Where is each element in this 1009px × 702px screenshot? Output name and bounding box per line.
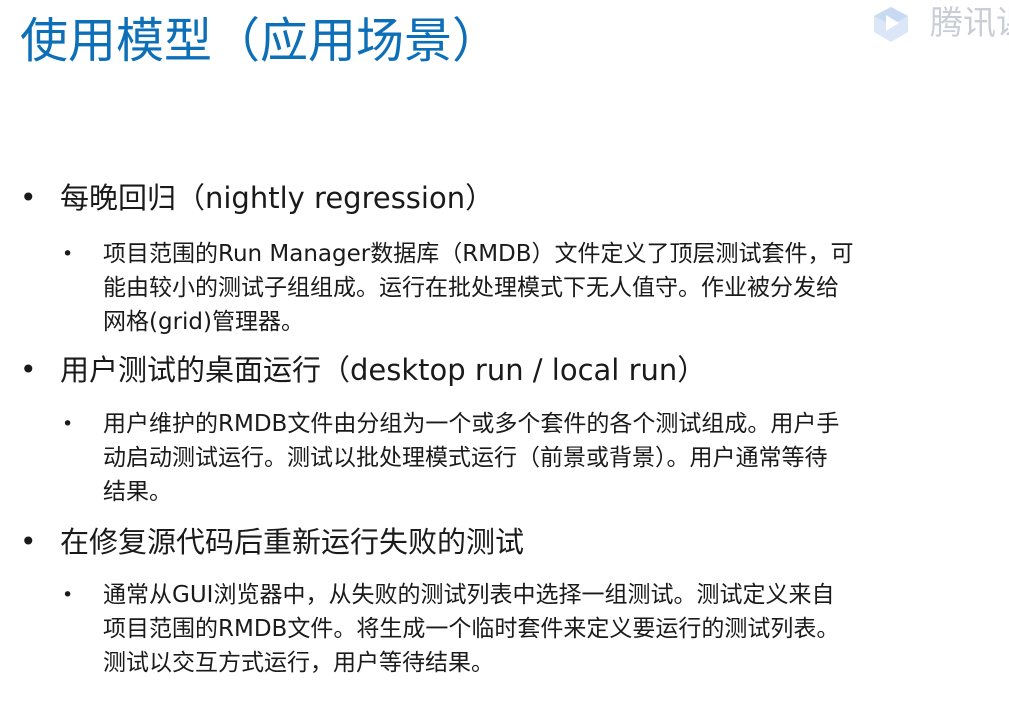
sub-bullet-line: 用户维护的RMDB文件由分组为一个或多个套件的各个测试组成。用户手 [103, 411, 840, 437]
sub-bullet-line: 结果。 [103, 479, 172, 505]
bullet-dot: • [20, 525, 37, 558]
sub-bullet-dot: • [62, 243, 74, 265]
sub-bullet-dot: • [62, 584, 74, 606]
sub-bullet-dot: • [62, 413, 74, 435]
sub-bullet-line: 测试以交互方式运行，用户等待结果。 [103, 650, 494, 676]
bullet-heading: 每晚回归（nightly regression） [60, 181, 495, 215]
bullet-heading: 用户测试的桌面运行（desktop run / local run） [60, 353, 707, 387]
watermark: 腾讯课 [860, 0, 1009, 50]
bullet-dot: • [20, 181, 37, 214]
sub-bullet-line: 网格(grid)管理器。 [103, 309, 304, 335]
sub-bullet-line: 项目范围的RMDB文件。将生成一个临时套件来定义要运行的测试列表。 [103, 616, 840, 642]
sub-bullet-line: 项目范围的Run Manager数据库（RMDB）文件定义了顶层测试套件，可 [103, 241, 854, 267]
bullet-heading: 在修复源代码后重新运行失败的测试 [60, 525, 525, 559]
watermark-text: 腾讯课 [930, 3, 1009, 42]
bullet-item-rerun-failed-tests: • 在修复源代码后重新运行失败的测试 [0, 522, 1009, 562]
bullet-item-desktop-run: • 用户测试的桌面运行（desktop run / local run） [0, 350, 1009, 390]
tencent-classroom-play-icon [874, 7, 908, 42]
bullet-dot: • [20, 353, 37, 386]
page-title: 使用模型（应用场景） [20, 13, 501, 69]
sub-bullet-line: 通常从GUI浏览器中，从失败的测试列表中选择一组测试。测试定义来自 [103, 582, 835, 608]
sub-bullet-line: 动启动测试运行。测试以批处理模式运行（前景或背景）。用户通常等待 [103, 445, 828, 471]
bullet-item-nightly-regression: • 每晚回归（nightly regression） [0, 178, 1009, 218]
sub-bullet-line: 能由较小的测试子组组成。运行在批处理模式下无人值守。作业被分发给 [103, 275, 839, 301]
